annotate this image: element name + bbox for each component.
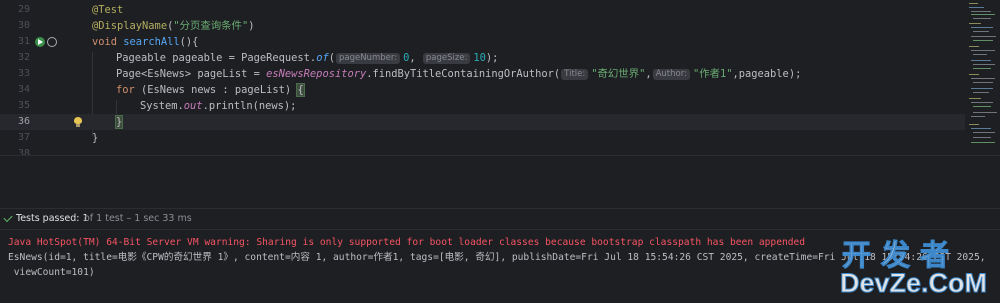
code-text: (EsNews news : pageList) (134, 84, 298, 96)
test-status-bar: Tests passed: 1 of 1 test – 1 sec 33 ms (0, 208, 1000, 230)
code-editor[interactable]: 29 @Test 30 @DisplayName("分页查询条件") 31 vo… (0, 0, 1000, 155)
paren: ) (248, 20, 255, 32)
run-test-icon[interactable] (35, 37, 45, 47)
code-line[interactable]: 37 } (0, 130, 965, 146)
out-field: out (183, 100, 203, 112)
check-icon (3, 212, 13, 223)
line-number: 34 (17, 84, 30, 95)
number-literal: 10 (473, 52, 486, 64)
paren: ); (485, 52, 499, 64)
code-line[interactable]: 30 @DisplayName("分页查询条件") (0, 18, 965, 34)
output-line: viewCount=101) (8, 267, 95, 278)
param-hint-pagenumber: pageNumber: (335, 53, 401, 64)
line-number: 37 (17, 132, 30, 143)
watermark-logo: 开发者 DevZe.CoM (838, 232, 998, 302)
title-string: "奇幻世界" (591, 68, 646, 80)
displayname-annotation: @DisplayName (92, 20, 168, 32)
code-line[interactable]: 33 Page<EsNews> pageList = esNewsReposit… (0, 66, 965, 82)
editor-bottom-area (0, 155, 1000, 208)
comma: , (645, 68, 652, 80)
matched-brace: } (114, 115, 124, 129)
author-string: "作者1" (692, 68, 733, 80)
of-method: of (316, 52, 329, 64)
for-keyword: for (116, 84, 135, 96)
param-hint-title: Title: (561, 69, 589, 80)
closing-brace: } (92, 132, 99, 144)
code-line[interactable]: 34 for (EsNews news : pageList) { (0, 82, 965, 98)
matched-brace: { (296, 83, 305, 97)
method-name: searchAll (123, 36, 180, 48)
comma: , (409, 52, 422, 64)
code-line[interactable]: 35 System.out.println(news); (0, 98, 965, 114)
param-hint-author: Author: (652, 69, 690, 80)
gutter-actions (35, 36, 57, 48)
tests-detail-label: of 1 test – 1 sec 33 ms (84, 213, 192, 224)
void-keyword: void (92, 36, 118, 48)
line-number: 33 (17, 68, 30, 79)
code-line[interactable]: 31 void searchAll(){ (0, 34, 965, 50)
repository-field: esNewsRepository (266, 68, 367, 80)
code-line[interactable]: 38 (0, 146, 965, 155)
line-number: 36 (17, 116, 30, 127)
line-number: 38 (17, 148, 30, 155)
line-number: 32 (17, 52, 30, 63)
code-text: .println(news); (202, 100, 297, 112)
param-hint-pagesize: pageSize: (422, 53, 471, 64)
lightbulb-icon[interactable] (74, 117, 82, 127)
jvm-warning-line: Java HotSpot(TM) 64-Bit Server VM warnin… (8, 237, 806, 248)
line-number: 31 (17, 36, 30, 47)
test-annotation: @Test (92, 4, 124, 16)
code-text: System. (140, 100, 184, 112)
minimap[interactable] (965, 0, 1000, 155)
code-text: Pageable pageable = PageRequest. (116, 52, 317, 64)
code-line[interactable]: 29 @Test (0, 2, 965, 18)
line-number: 35 (17, 100, 30, 111)
sync-icon[interactable] (47, 37, 57, 47)
method-signature: (){ (179, 36, 199, 48)
tests-passed-label: Tests passed: 1 (16, 213, 89, 224)
code-line-current[interactable]: 36 } (0, 114, 965, 130)
line-number: 30 (17, 20, 30, 31)
paren: ( (328, 52, 335, 64)
display-name-string: "分页查询条件" (173, 20, 249, 32)
code-line[interactable]: 32 Pageable pageable = PageRequest.of(pa… (0, 50, 965, 66)
watermark-text-bottom: DevZe.CoM (839, 268, 988, 299)
code-text: ,pageable); (732, 68, 802, 80)
method-call: .findByTitleContainingOrAuthor( (366, 68, 561, 80)
code-text: Page<EsNews> pageList = (116, 68, 267, 80)
line-number: 29 (17, 4, 30, 15)
